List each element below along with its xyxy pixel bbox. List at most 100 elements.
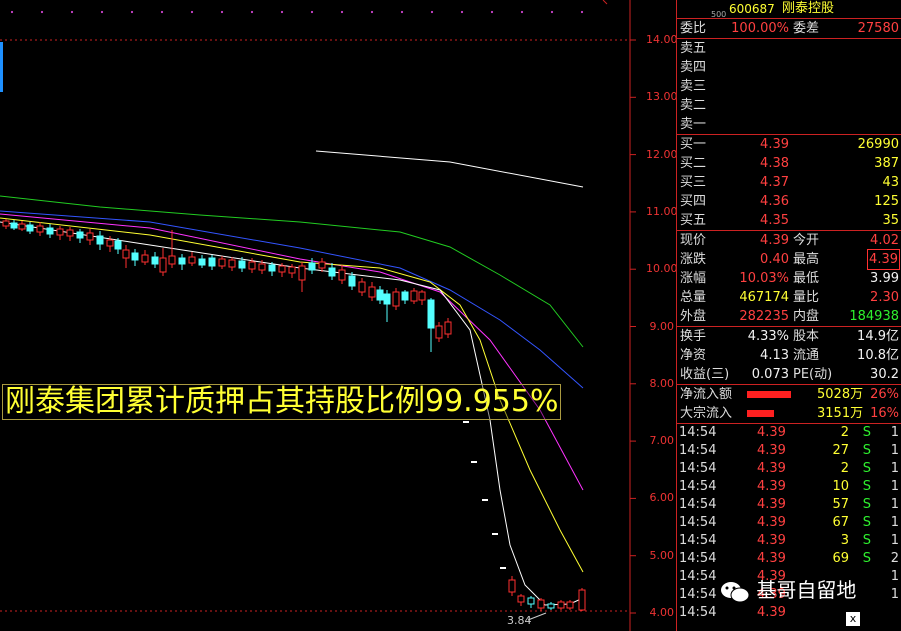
bid-volume: 43 <box>882 175 899 190</box>
fund-label: 收益(三) <box>680 367 730 382</box>
stock-name[interactable]: 刚泰控股 <box>782 0 834 18</box>
candlestick-chart[interactable]: 14.00 13.00 12.00 11.00 10.00 9.00 8.00 7.00 6.0… <box>0 0 678 631</box>
bid-row[interactable]: 买二 4.38 387 <box>677 154 901 173</box>
price-tick-label: 8.00 <box>649 376 675 390</box>
price-tick-label: 12.00 <box>646 147 678 161</box>
top-dot <box>340 10 344 14</box>
candle-body <box>427 299 435 329</box>
quote-label: 现价 <box>680 233 707 248</box>
price-tick-label: 10.00 <box>646 262 678 276</box>
ask-row[interactable]: 卖五 <box>677 39 901 58</box>
top-dot <box>370 10 374 14</box>
bid-label: 买五 <box>680 213 707 228</box>
tick-time: 14:54 <box>679 497 717 512</box>
stock-code[interactable]: 600687 <box>729 0 775 18</box>
ask-row[interactable]: 卖四 <box>677 58 901 77</box>
fund-row: 换手 4.33% 股本 14.9亿 <box>677 327 901 346</box>
top-dot <box>250 10 254 14</box>
bid-price: 4.35 <box>760 213 789 228</box>
top-dot <box>40 10 44 14</box>
ask-row[interactable]: 卖一 <box>677 115 901 134</box>
candle-body <box>298 265 306 281</box>
candle-body <box>392 291 400 307</box>
chart-canvas <box>0 0 636 631</box>
tick-side: S <box>862 425 871 440</box>
tick-volume: 57 <box>832 497 849 512</box>
candle-body <box>208 257 216 267</box>
quote-panel: 500 600687 刚泰控股 委比 100.00% 委差 27580 卖五 卖… <box>676 0 901 631</box>
tick-row: 14:54 4.39 67 S 1 <box>677 514 901 532</box>
ask-label: 卖三 <box>680 79 707 94</box>
candle-body <box>537 599 545 609</box>
candle-body <box>444 321 452 335</box>
flow-label: 大宗流入 <box>680 406 733 421</box>
tick-volume: 10 <box>832 479 849 494</box>
bid-volume: 387 <box>874 156 899 171</box>
tick-side: S <box>862 461 871 476</box>
watermark-text: 基哥自留地 <box>756 578 857 602</box>
bid-row[interactable]: 买一 4.39 26990 <box>677 135 901 154</box>
fund-label: 流通 <box>793 348 820 363</box>
fund-row: 净资 4.13 流通 10.8亿 <box>677 346 901 365</box>
bid-row[interactable]: 买四 4.36 125 <box>677 192 901 211</box>
tick-side: S <box>862 551 871 566</box>
candle-body <box>114 240 122 250</box>
tick-time: 14:54 <box>679 443 717 458</box>
top-dot <box>280 10 284 14</box>
candle-body <box>168 255 176 265</box>
bid-row[interactable]: 买三 4.37 43 <box>677 173 901 192</box>
price-tick-label: 6.00 <box>649 491 675 505</box>
tick-volume: 69 <box>832 551 849 566</box>
low-price-label: 3.84 <box>507 614 532 627</box>
close-button[interactable]: x <box>846 612 860 626</box>
candle-body <box>508 579 516 593</box>
ask-row[interactable]: 卖三 <box>677 77 901 96</box>
price-tick-label: 4.00 <box>649 606 675 619</box>
candle-body <box>410 290 418 302</box>
tick-count: 2 <box>890 551 899 566</box>
flow-bar <box>747 391 791 398</box>
candle-body <box>557 601 565 609</box>
tick-count: 1 <box>890 479 899 494</box>
candle-body <box>318 261 326 269</box>
quote-label: 最高 <box>793 252 820 267</box>
bid-label: 买二 <box>680 156 707 171</box>
candle-body <box>76 231 84 239</box>
fund-value: 4.13 <box>760 348 789 363</box>
top-dot <box>400 10 404 14</box>
weicha-value: 27580 <box>857 21 899 36</box>
top-dot <box>70 10 74 14</box>
flow-bar <box>747 410 774 417</box>
flow-percent: 16% <box>870 406 899 421</box>
pledge-banner: 刚泰集团累计质押占其持股比例99.955% <box>2 384 562 420</box>
candle-body <box>338 269 346 281</box>
candle-body <box>401 291 409 301</box>
total-volume: 467174 <box>739 290 789 305</box>
candle-body <box>122 249 130 259</box>
ask-row[interactable]: 卖二 <box>677 96 901 115</box>
candle-body <box>131 252 139 261</box>
bid-row[interactable]: 买五 4.35 35 <box>677 211 901 230</box>
bid-price: 4.38 <box>760 156 789 171</box>
tick-time: 14:54 <box>679 533 717 548</box>
fund-value: 4.33% <box>747 329 789 344</box>
quote-label: 总量 <box>680 290 707 305</box>
price-tick-label: 7.00 <box>649 434 675 448</box>
quote-label: 最低 <box>793 271 820 286</box>
candle-body <box>383 293 391 305</box>
candle-body <box>96 235 104 245</box>
tick-side: S <box>862 515 871 530</box>
quote-label: 量比 <box>793 290 820 305</box>
tick-price: 4.39 <box>757 533 786 548</box>
tick-row: 14:54 4.39 69 S 2 <box>677 550 901 568</box>
candle-body <box>228 259 236 268</box>
inner-volume: 184938 <box>849 309 899 324</box>
candle-body <box>308 262 316 271</box>
price-tick-label: 13.00 <box>646 90 678 104</box>
top-dot <box>520 10 524 14</box>
price-tick-label: 5.00 <box>649 548 675 562</box>
watermark: 基哥自留地 <box>720 574 856 604</box>
fund-value: 0.073 <box>751 367 789 382</box>
tick-side: S <box>862 533 871 548</box>
candle-body <box>238 260 246 269</box>
